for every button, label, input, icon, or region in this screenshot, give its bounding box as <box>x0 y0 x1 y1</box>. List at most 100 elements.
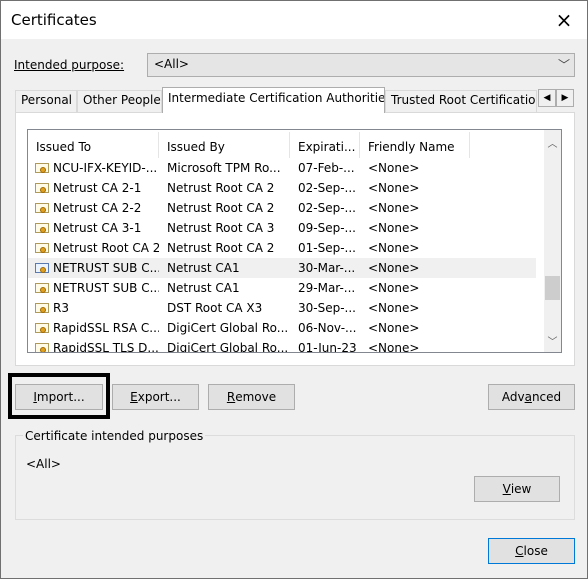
column-issued-to[interactable]: Issued To <box>28 132 159 158</box>
close-button[interactable]: Close <box>488 538 575 564</box>
window-title: Certificates <box>11 11 97 29</box>
certificate-icon <box>34 161 50 175</box>
cell-issued-to: R3 <box>28 301 159 315</box>
column-friendly-name[interactable]: Friendly Name <box>360 132 470 158</box>
cell-expiration: 06-Nov-... <box>298 321 357 335</box>
tab-intermediate-ca[interactable]: Intermediate Certification Authorities <box>162 87 385 113</box>
cell-issued-by: Netrust CA1 <box>167 261 240 275</box>
cell-issued-by: DST Root CA X3 <box>167 301 263 315</box>
chevron-down-icon: ﹀ <box>557 58 570 72</box>
cell-issued-by: Netrust CA1 <box>167 281 240 295</box>
certificate-icon <box>34 221 50 235</box>
cell-expiration: 30-Sep-... <box>298 301 356 315</box>
table-row[interactable]: RapidSSL TLS D... DigiCert Global Ro... 01… <box>28 338 536 353</box>
table-row[interactable]: RapidSSL RSA C... DigiCert Global Ro... 06… <box>28 318 536 338</box>
list-header: Issued To Issued By Expirati... Friendly… <box>28 132 536 158</box>
tab-scroll-left-icon[interactable]: ◀ <box>538 89 556 107</box>
certificate-list[interactable]: Issued To Issued By Expirati... Friendly… <box>27 129 562 353</box>
cell-text: NCU-IFX-KEYID-... <box>53 161 158 175</box>
tab-scroll-right-icon[interactable]: ▶ <box>556 89 574 107</box>
column-issued-by[interactable]: Issued By <box>159 132 290 158</box>
cell-friendly: <None> <box>368 281 420 295</box>
cell-issued-by: Netrust Root CA 3 <box>167 221 275 235</box>
cell-friendly: <None> <box>368 201 420 215</box>
cell-issued-to: Netrust CA 3-1 <box>28 221 159 235</box>
table-row[interactable]: Netrust Root CA 2 Netrust Root CA 2 01-Sep… <box>28 238 536 258</box>
cell-issued-to: Netrust CA 2-1 <box>28 181 159 195</box>
certificate-icon <box>34 261 50 275</box>
cell-text: Netrust CA 2-2 <box>53 201 142 215</box>
cell-friendly: <None> <box>368 321 420 335</box>
cell-text: RapidSSL TLS D... <box>53 341 159 353</box>
cell-text: Netrust Root CA 2 <box>53 241 159 255</box>
cell-expiration: 09-Sep-... <box>298 221 356 235</box>
table-row[interactable]: R3 DST Root CA X3 30-Sep-... <None> <box>28 298 536 318</box>
list-body: NCU-IFX-KEYID-... Microsoft TPM Ro... 07-F… <box>28 158 536 353</box>
cell-friendly: <None> <box>368 241 420 255</box>
certificate-icon <box>34 321 50 335</box>
cell-friendly: <None> <box>368 301 420 315</box>
intended-purpose-dropdown[interactable]: <All> ﹀ <box>147 53 575 77</box>
table-row[interactable]: Netrust CA 2-2 Netrust Root CA 2 02-Sep-..… <box>28 198 536 218</box>
table-row[interactable]: NETRUST SUB C... Netrust CA1 29-Mar-... <No… <box>28 278 536 298</box>
certificate-icon <box>34 281 50 295</box>
intended-purpose-label: Intended purpose: <box>14 58 125 72</box>
cell-text: Netrust CA 2-1 <box>53 181 142 195</box>
certificate-icon <box>34 341 50 352</box>
cell-expiration: 07-Feb-... <box>298 161 355 175</box>
table-row[interactable]: Netrust CA 2-1 Netrust Root CA 2 02-Sep-..… <box>28 178 536 198</box>
column-expiration[interactable]: Expirati... <box>290 132 360 158</box>
certificate-icon <box>34 181 50 195</box>
cell-issued-to: Netrust CA 2-2 <box>28 201 159 215</box>
cell-friendly: <None> <box>368 341 420 353</box>
cell-text: Netrust CA 3-1 <box>53 221 142 235</box>
cell-issued-by: Netrust Root CA 2 <box>167 241 275 255</box>
scroll-down-icon[interactable]: ﹀ <box>544 332 561 349</box>
view-button[interactable]: View <box>474 476 560 502</box>
intended-purpose-value: <All> <box>154 57 189 71</box>
scroll-up-icon[interactable]: ︿ <box>544 134 561 151</box>
cell-issued-by: DigiCert Global Ro... <box>167 341 289 353</box>
tab-other-people[interactable]: Other People <box>77 90 162 112</box>
table-row[interactable]: NETRUST SUB C... Netrust CA1 30-Mar-... <No… <box>28 258 536 278</box>
scroll-thumb[interactable] <box>545 276 560 300</box>
cell-friendly: <None> <box>368 181 420 195</box>
cell-issued-to: NETRUST SUB C... <box>28 261 159 275</box>
certificate-icon <box>34 201 50 215</box>
cell-expiration: 01-Jun-23 <box>298 341 357 353</box>
table-row[interactable]: Netrust CA 3-1 Netrust Root CA 3 09-Sep-..… <box>28 218 536 238</box>
certificates-dialog: Certificates × Intended purpose: <All> ﹀… <box>0 0 588 579</box>
cell-friendly: <None> <box>368 221 420 235</box>
cell-issued-by: DigiCert Global Ro... <box>167 321 289 335</box>
cell-expiration: 01-Sep-... <box>298 241 356 255</box>
cell-issued-to: Netrust Root CA 2 <box>28 241 159 255</box>
intended-purposes-value: <All> <box>26 457 61 471</box>
tab-trusted-root[interactable]: Trusted Root Certification <box>385 90 537 112</box>
remove-button[interactable]: Remove <box>208 384 295 410</box>
import-highlight-box <box>8 373 110 419</box>
cell-expiration: 02-Sep-... <box>298 181 356 195</box>
certificate-icon <box>34 241 50 255</box>
cell-issued-to: RapidSSL TLS D... <box>28 341 159 353</box>
cell-issued-to: RapidSSL RSA C... <box>28 321 159 335</box>
cell-text: NETRUST SUB C... <box>53 281 159 295</box>
cell-text: R3 <box>53 301 69 315</box>
cell-text: RapidSSL RSA C... <box>53 321 159 335</box>
cell-issued-to: NETRUST SUB C... <box>28 281 159 295</box>
cell-expiration: 29-Mar-... <box>298 281 356 295</box>
export-button[interactable]: Export... <box>112 384 199 410</box>
cell-issued-to: NCU-IFX-KEYID-... <box>28 161 159 175</box>
cell-friendly: <None> <box>368 261 420 275</box>
certificate-icon <box>34 301 50 315</box>
intended-purposes-title: Certificate intended purposes <box>23 429 206 443</box>
tab-personal[interactable]: Personal <box>15 90 77 112</box>
close-icon[interactable]: × <box>541 1 587 39</box>
vertical-scrollbar[interactable]: ︿ ﹀ <box>544 130 561 352</box>
title-bar: Certificates × <box>1 1 587 39</box>
cell-expiration: 30-Mar-... <box>298 261 356 275</box>
advanced-button[interactable]: Adv a nced <box>488 384 575 410</box>
cell-text: NETRUST SUB C... <box>53 261 159 275</box>
cell-issued-by: Netrust Root CA 2 <box>167 181 275 195</box>
table-row[interactable]: NCU-IFX-KEYID-... Microsoft TPM Ro... 07-F… <box>28 158 536 178</box>
cell-expiration: 02-Sep-... <box>298 201 356 215</box>
